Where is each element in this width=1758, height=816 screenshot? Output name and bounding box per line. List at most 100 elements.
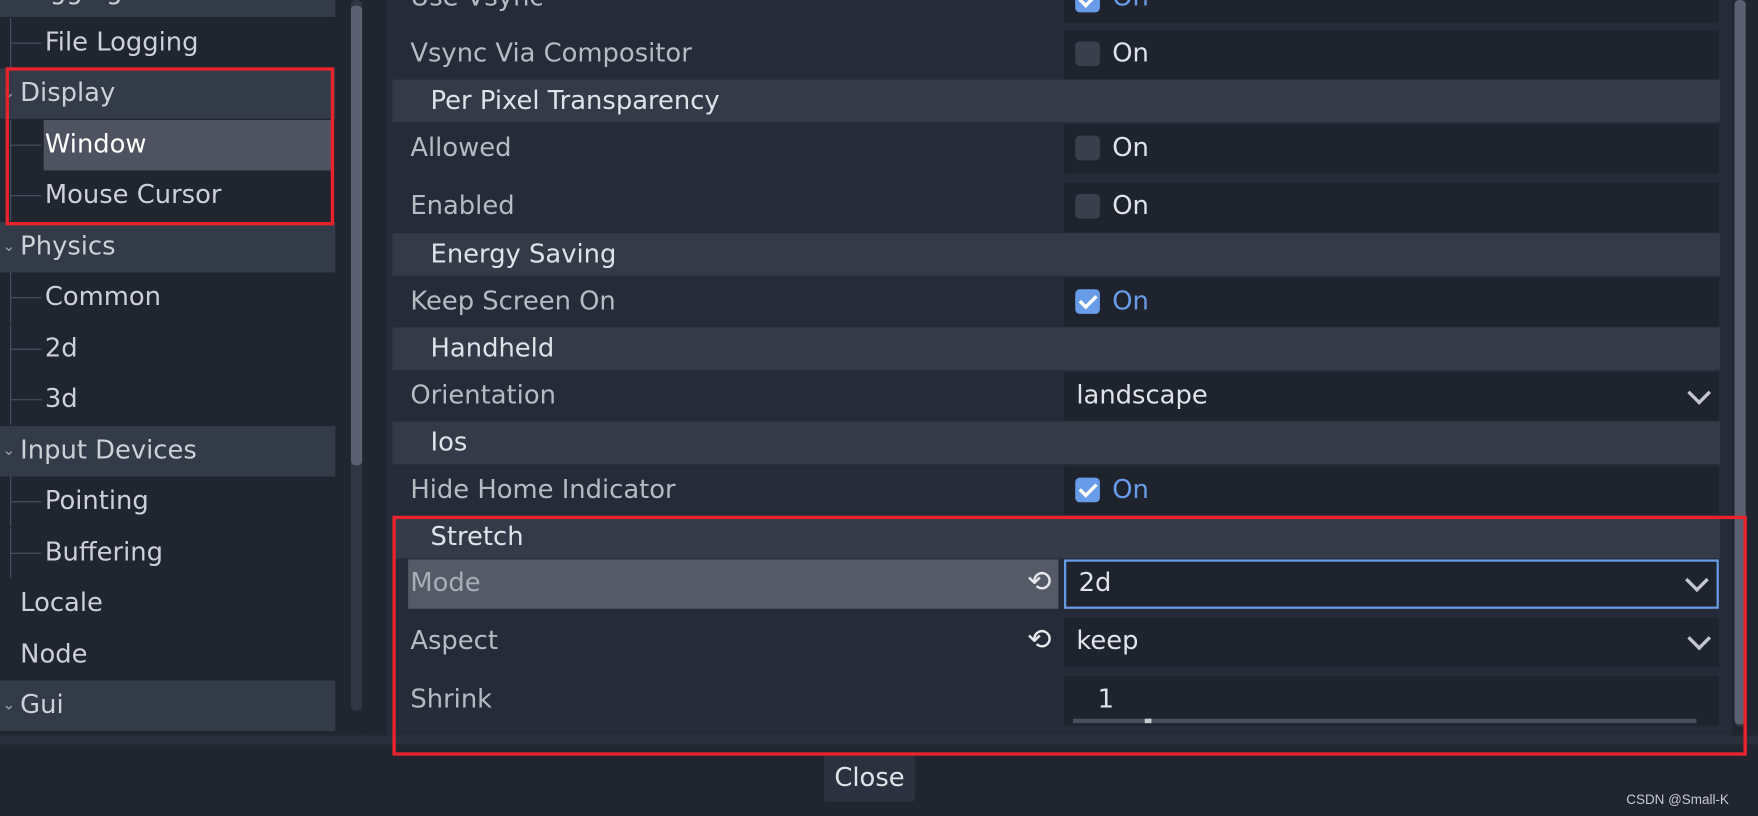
tree-item-logging[interactable]: ⌄ Logging: [0, 0, 336, 17]
dropdown-value: keep: [1076, 626, 1139, 656]
section-label: Per Pixel Transparency: [430, 86, 720, 116]
tree-item-pointing[interactable]: Pointing: [0, 476, 335, 527]
checkbox-icon: [1075, 41, 1100, 67]
tree-item-label: 3d: [44, 384, 78, 414]
tree-item-node[interactable]: Node: [0, 630, 335, 680]
mode-dropdown[interactable]: 2d: [1064, 559, 1719, 609]
section-label: Stretch: [430, 522, 524, 552]
checkbox-icon: [1075, 0, 1100, 13]
chevron-down-icon[interactable]: ⌄: [2, 68, 15, 118]
settings-tree: ⌄LoggingFile Logging⌄DisplayWindowMouse …: [0, 0, 368, 736]
tree-item-input-devices[interactable]: ⌄ Input Devices: [0, 425, 336, 476]
vsync-via-compositor-checkbox[interactable]: On: [1064, 30, 1719, 80]
tree-guide: [10, 399, 42, 401]
tree-guide: [10, 501, 42, 503]
property-vsync-via-compositor: Vsync Via Compositor On: [392, 30, 1720, 80]
use-vsync-checkbox[interactable]: On: [1064, 0, 1719, 23]
checkbox-label: On: [1112, 0, 1149, 12]
tree-item-display[interactable]: ⌄ Display: [0, 68, 336, 119]
tree-item-label: Node: [20, 639, 88, 669]
tree-item-file-logging[interactable]: File Logging: [0, 17, 335, 68]
tree-guide: [10, 144, 42, 146]
tree-item-label: Mouse Cursor: [44, 180, 222, 210]
tree-item-3d[interactable]: 3d: [0, 374, 335, 425]
property-label: Mode: [410, 568, 481, 598]
shrink-spinbox[interactable]: 1: [1064, 676, 1719, 726]
tree-item-gui[interactable]: ⌄ Gui: [0, 680, 336, 732]
section-per-pixel-transparency[interactable]: Per Pixel Transparency: [392, 79, 1720, 123]
tree-item-label: 2d: [44, 333, 78, 363]
section-label: Energy Saving: [430, 239, 617, 270]
inspector-scrollbar-thumb[interactable]: [1734, 0, 1746, 725]
tree-item-label: File Logging: [44, 27, 199, 57]
revert-icon[interactable]: ⟲: [1027, 565, 1051, 599]
tree-guide: [10, 552, 42, 554]
property-shrink: Shrink 1: [392, 676, 1720, 726]
tree-item-label: Locale: [20, 588, 103, 618]
property-label: Vsync Via Compositor: [410, 39, 692, 69]
tree-item-label: Buffering: [44, 537, 164, 567]
revert-icon[interactable]: ⟲: [1027, 623, 1051, 657]
tree-scrollbar[interactable]: [350, 0, 363, 711]
section-stretch[interactable]: Stretch: [392, 515, 1720, 559]
inspector-scrollbar[interactable]: [1734, 0, 1746, 727]
orientation-dropdown[interactable]: landscape: [1064, 372, 1719, 421]
property-label: Allowed: [410, 133, 512, 163]
allowed-checkbox[interactable]: On: [1064, 124, 1719, 174]
dropdown-value: landscape: [1076, 381, 1208, 411]
checkbox-icon: [1075, 135, 1100, 161]
checkbox-icon: [1075, 193, 1100, 219]
close-button[interactable]: Close: [824, 754, 915, 802]
tree-item-mouse-cursor[interactable]: Mouse Cursor: [0, 170, 335, 221]
tree-guide: [10, 348, 42, 350]
tree-item-buffering[interactable]: Buffering: [0, 527, 335, 578]
keep-screen-on-checkbox[interactable]: On: [1064, 278, 1719, 327]
section-energy-saving[interactable]: Energy Saving: [392, 233, 1720, 276]
enabled-checkbox[interactable]: On: [1064, 182, 1719, 233]
property-allowed: Allowed On: [392, 124, 1720, 174]
property-aspect: Aspect ⟲ keep: [392, 617, 1720, 668]
aspect-dropdown[interactable]: keep: [1064, 617, 1719, 668]
shrink-slider-grabber[interactable]: [1144, 718, 1152, 724]
tree-item-label: Logging: [20, 0, 122, 17]
section-handheld[interactable]: Handheld: [392, 327, 1720, 370]
property-inspector: Use Vsync On Vsync Via Compositor On Per…: [386, 0, 1733, 736]
dropdown-value: 2d: [1078, 568, 1112, 598]
tree-item-window[interactable]: Window: [0, 119, 335, 170]
shrink-slider-track[interactable]: [1072, 718, 1697, 724]
tree-guide: [10, 195, 42, 197]
watermark: CSDN @Small-K: [1626, 791, 1729, 808]
tree-item-locale[interactable]: Locale: [0, 579, 335, 629]
property-label: Hide Home Indicator: [410, 475, 676, 505]
property-label: Orientation: [410, 381, 556, 411]
section-label: Handheld: [430, 334, 555, 364]
section-label: Ios: [430, 428, 468, 458]
chevron-down-icon: [1687, 381, 1712, 405]
hide-home-indicator-checkbox[interactable]: On: [1064, 466, 1719, 515]
property-label: Enabled: [410, 191, 515, 221]
chevron-down-icon: [1687, 626, 1712, 651]
checkbox-icon: [1075, 477, 1100, 503]
checkbox-label: On: [1112, 191, 1149, 221]
tree-item-physics[interactable]: ⌄ Physics: [0, 221, 336, 272]
chevron-down-icon[interactable]: ⌄: [2, 0, 15, 17]
property-label: Aspect: [410, 626, 498, 656]
tree-item-label: Pointing: [44, 486, 149, 516]
property-label: Use Vsync: [410, 0, 543, 12]
tree-item-2d[interactable]: 2d: [0, 323, 335, 374]
divider: [0, 735, 1758, 745]
property-orientation: Orientation landscape: [392, 372, 1720, 421]
tree-item-label: Input Devices: [20, 435, 197, 465]
tree-guide: [10, 42, 42, 44]
section-ios[interactable]: Ios: [392, 421, 1720, 465]
property-label: Shrink: [410, 685, 493, 715]
tree-guide: [10, 297, 42, 299]
tree-item-label: Display: [20, 78, 116, 108]
checkbox-label: On: [1112, 133, 1149, 163]
checkbox-label: On: [1112, 475, 1149, 505]
chevron-down-icon[interactable]: ⌄: [2, 681, 15, 731]
tree-scrollbar-thumb[interactable]: [350, 5, 363, 466]
chevron-down-icon[interactable]: ⌄: [2, 221, 15, 271]
tree-item-common[interactable]: Common: [0, 272, 335, 323]
chevron-down-icon[interactable]: ⌄: [2, 425, 15, 475]
